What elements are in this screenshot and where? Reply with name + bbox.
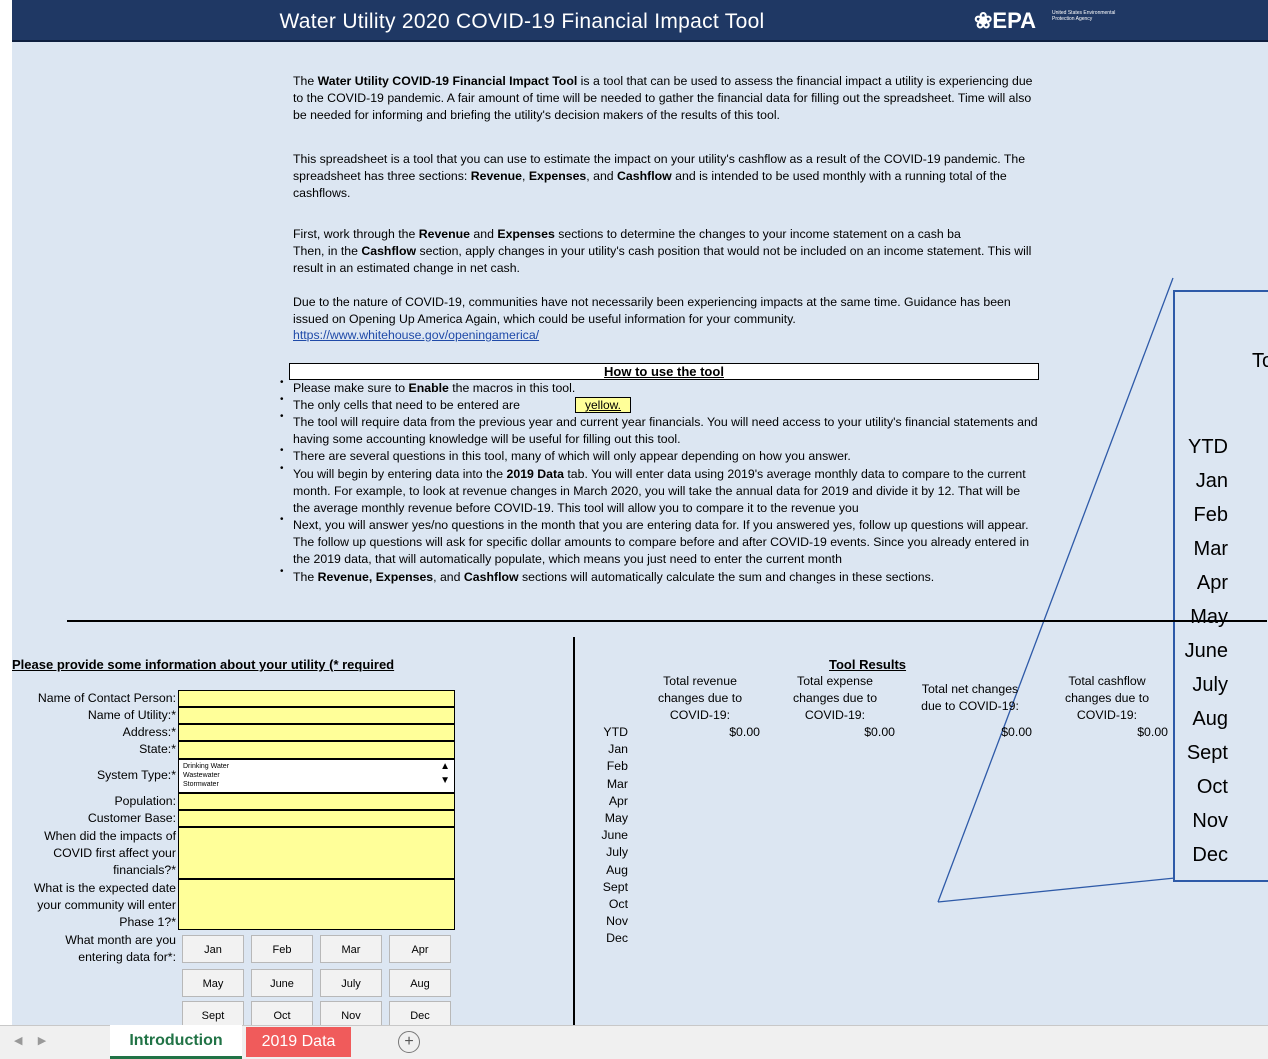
howto-bullet-2: The only cells that need to be entered a… bbox=[293, 398, 520, 412]
zoom-callout-lines bbox=[937, 277, 1176, 903]
contact-person-input[interactable] bbox=[178, 690, 455, 707]
month-button-aug[interactable]: Aug bbox=[389, 969, 451, 997]
state-label: State:* bbox=[139, 742, 176, 756]
intro-paragraph-4: Due to the nature of COVID-19, communiti… bbox=[293, 295, 1011, 326]
page-title: Water Utility 2020 COVID-19 Financial Im… bbox=[279, 10, 765, 33]
impact-date-label: When did the impacts of COVID first affe… bbox=[44, 829, 176, 877]
scroll-up-icon[interactable]: ▲ bbox=[440, 762, 450, 772]
howto-bullet-4: There are several questions in this tool… bbox=[293, 449, 851, 463]
month-button-may[interactable]: May bbox=[182, 969, 244, 997]
revenue-ytd-value: $0.00 bbox=[729, 725, 760, 739]
population-input[interactable] bbox=[178, 793, 455, 810]
utility-label: Name of Utility:* bbox=[87, 708, 176, 722]
month-button-mar[interactable]: Mar bbox=[320, 935, 382, 963]
month-button-june[interactable]: June bbox=[251, 969, 313, 997]
net-header: Total net changes due to COVID-19: bbox=[921, 682, 1019, 713]
results-month-list: YTD Jan Feb Mar Apr May June July Aug Sept Oct N… bbox=[601, 725, 628, 946]
population-label: Population: bbox=[114, 794, 176, 808]
intro-paragraph-3: First, work through the Revenue and Expe… bbox=[293, 227, 1032, 275]
revenue-header: Total revenue changes due to COVID-19: bbox=[657, 674, 743, 722]
section-divider bbox=[67, 620, 1267, 622]
system-option[interactable]: Wastewater bbox=[183, 771, 450, 780]
intro-paragraph-2: This spreadsheet is a tool that you can … bbox=[293, 152, 1026, 200]
column-divider bbox=[573, 637, 575, 1025]
address-label: Address:* bbox=[122, 725, 176, 739]
month-button-apr[interactable]: Apr bbox=[389, 935, 451, 963]
phase1-date-label: What is the expected date your community… bbox=[33, 881, 176, 929]
expense-ytd-value: $0.00 bbox=[864, 725, 895, 739]
scroll-down-icon[interactable]: ▼ bbox=[440, 776, 450, 786]
howto-bullet-5: You will begin by entering data into the… bbox=[293, 467, 1026, 515]
cashflow-header: Total cashflow changes due to COVID-19: bbox=[1064, 674, 1150, 722]
yellow-example-cell: yellow. bbox=[575, 397, 631, 413]
opening-america-link[interactable]: https://www.whitehouse.gov/openingameric… bbox=[293, 328, 539, 342]
utility-name-input[interactable] bbox=[178, 707, 455, 724]
tab-scroll-arrows-icon[interactable]: ◀ ▶ bbox=[14, 1034, 46, 1047]
zoom-partial-title: To bbox=[1252, 350, 1268, 372]
system-type-listbox[interactable]: Drinking Water Wastewater Stormwater ▲ ▼ bbox=[178, 759, 455, 793]
cashflow-ytd-value: $0.00 bbox=[1137, 725, 1168, 739]
net-ytd-value: $0.00 bbox=[1001, 725, 1032, 739]
epa-logo-subtitle: United States Environmental Protection A… bbox=[1052, 10, 1116, 22]
system-option[interactable]: Drinking Water bbox=[183, 762, 450, 771]
howto-title: How to use the tool bbox=[289, 363, 1039, 380]
intro-paragraph-1: The Water Utility COVID-19 Financial Imp… bbox=[293, 74, 1033, 122]
expense-header: Total expense changes due to COVID-19: bbox=[792, 674, 878, 722]
add-sheet-icon[interactable]: + bbox=[398, 1031, 420, 1053]
tab-2019-data[interactable]: 2019 Data bbox=[246, 1027, 351, 1057]
contact-label: Name of Contact Person: bbox=[37, 691, 176, 705]
phase1-date-input[interactable] bbox=[178, 879, 455, 930]
customer-base-input[interactable] bbox=[178, 810, 455, 827]
tool-results-title: Tool Results bbox=[829, 657, 907, 672]
address-input[interactable] bbox=[178, 724, 455, 741]
howto-bullet-6: Next, you will answer yes/no questions i… bbox=[293, 518, 1030, 566]
howto-bullet-3: The tool will require data from the prev… bbox=[293, 415, 1038, 446]
tab-introduction[interactable]: Introduction bbox=[110, 1025, 242, 1059]
howto-bullet-7: The Revenue, Expenses, and Cashflow sect… bbox=[293, 570, 935, 584]
zoom-month-list: YTD Jan Feb Mar Apr May June July Aug Sept Oct N… bbox=[1184, 436, 1228, 866]
state-input[interactable] bbox=[178, 741, 455, 759]
title-banner: Water Utility 2020 COVID-19 Financial Im… bbox=[12, 0, 1268, 42]
month-button-jan[interactable]: Jan bbox=[182, 935, 244, 963]
impact-date-input[interactable] bbox=[178, 827, 455, 879]
month-button-feb[interactable]: Feb bbox=[251, 935, 313, 963]
system-type-label: System Type:* bbox=[96, 768, 176, 782]
customer-base-label: Customer Base: bbox=[87, 811, 176, 825]
epa-logo: ❀EPA bbox=[974, 8, 1037, 33]
utility-info-title: Please provide some information about yo… bbox=[12, 657, 395, 672]
howto-bullet-1: Please make sure to Enable the macros in… bbox=[293, 381, 576, 395]
month-button-july[interactable]: July bbox=[320, 969, 382, 997]
row-header-strip bbox=[0, 0, 12, 1030]
system-option[interactable]: Stormwater bbox=[183, 780, 450, 789]
month-select-label: What month are you entering data for*: bbox=[65, 933, 176, 964]
